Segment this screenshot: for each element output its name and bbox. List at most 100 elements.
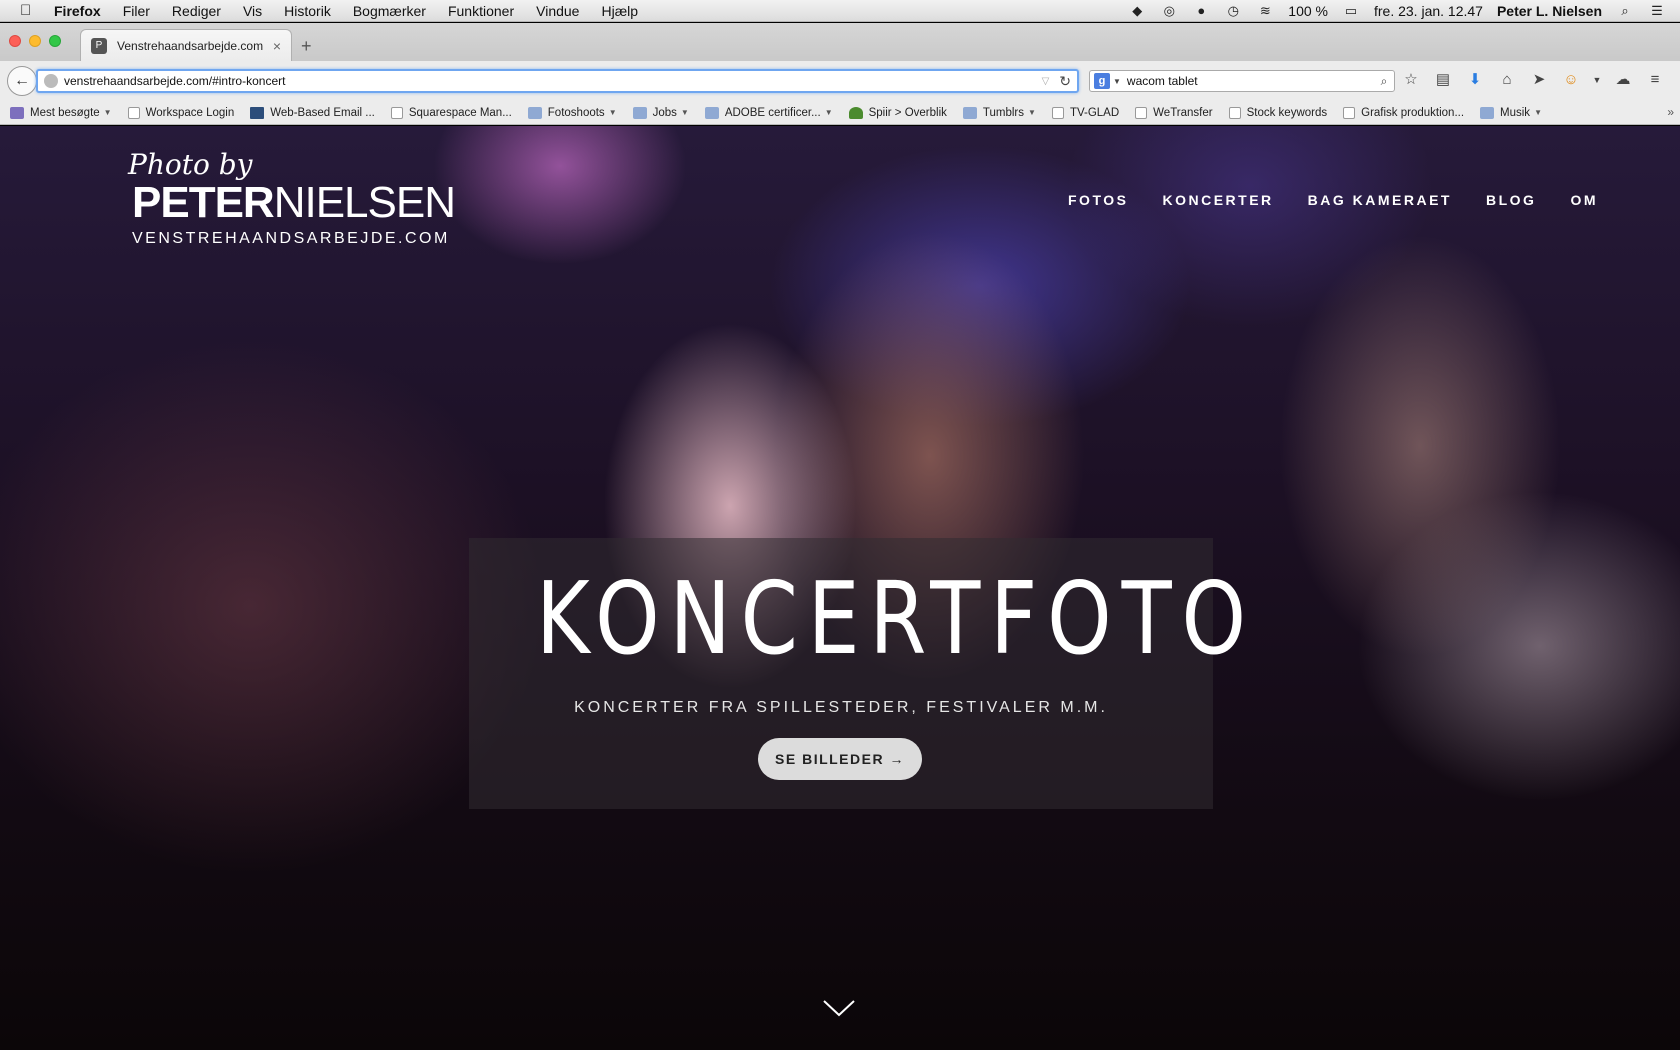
menu-bogmaerker[interactable]: Bogmærker bbox=[353, 3, 426, 19]
page-icon bbox=[1135, 106, 1148, 119]
mail-icon bbox=[250, 106, 265, 119]
apple-icon[interactable]:  bbox=[20, 2, 38, 19]
status-area: ◆ ◎ ● ◷ ≋ 100 % ▭ fre. 23. jan. 12.47 Pe… bbox=[1128, 3, 1666, 19]
wifi-icon[interactable]: ≋ bbox=[1256, 3, 1274, 19]
nav-bag-kameraet[interactable]: BAG KAMERAET bbox=[1308, 192, 1452, 208]
site-logo[interactable]: Photo by PETERNIELSEN VENSTREHAANDSARBEJ… bbox=[88, 148, 478, 247]
bookmark-label: Web-Based Email ... bbox=[270, 106, 375, 119]
bookmark-label: Mest besøgte bbox=[30, 106, 100, 119]
back-button[interactable]: ← bbox=[7, 66, 37, 96]
bookmark-item[interactable]: Spiir > Overblik bbox=[848, 106, 947, 119]
bookmark-item[interactable]: Fotoshoots ▼ bbox=[527, 106, 617, 119]
addon-dropdown-icon[interactable]: ▼ bbox=[1592, 69, 1602, 91]
nav-om[interactable]: OM bbox=[1570, 192, 1598, 208]
downloads-icon[interactable]: ⬇ bbox=[1464, 69, 1486, 91]
page-icon bbox=[1343, 106, 1356, 119]
bookmarks-overflow-icon[interactable]: » bbox=[1667, 105, 1674, 119]
search-icon[interactable]: ⌕ bbox=[1374, 74, 1394, 89]
window-close-button[interactable] bbox=[9, 35, 21, 47]
url-history-dropdown-icon[interactable]: ▽ bbox=[1042, 76, 1050, 87]
special-icon bbox=[10, 106, 24, 119]
bookmark-label: WeTransfer bbox=[1153, 106, 1213, 119]
hero-caption-box: KONCERTFOTO KONCERTER FRA SPILLESTEDER, … bbox=[469, 538, 1246, 809]
tab-close-icon[interactable]: × bbox=[273, 38, 281, 54]
nav-fotos[interactable]: FOTOS bbox=[1068, 192, 1128, 208]
battery-percent[interactable]: 100 % bbox=[1288, 3, 1328, 19]
new-tab-button[interactable]: + bbox=[301, 36, 312, 57]
bookmark-star-icon[interactable]: ☆ bbox=[1400, 69, 1422, 91]
bookmark-item[interactable]: WeTransfer bbox=[1135, 106, 1213, 119]
menu-app-name[interactable]: Firefox bbox=[54, 3, 101, 19]
home-icon[interactable]: ⌂ bbox=[1496, 69, 1518, 91]
bookmark-item[interactable]: TV-GLAD bbox=[1051, 106, 1120, 119]
url-bar[interactable]: venstrehaandsarbejde.com/#intro-koncert … bbox=[36, 69, 1079, 93]
folder-icon bbox=[632, 106, 647, 119]
menu-hjaelp[interactable]: Hjælp bbox=[601, 3, 638, 19]
menu-vindue[interactable]: Vindue bbox=[536, 3, 579, 19]
page-icon bbox=[1051, 106, 1064, 119]
bookmark-item[interactable]: Squarespace Man... bbox=[390, 106, 512, 119]
chevron-down-icon[interactable] bbox=[822, 998, 856, 1018]
bookmark-item[interactable]: Web-Based Email ... bbox=[250, 106, 375, 119]
notification-center-icon[interactable]: ☰ bbox=[1648, 3, 1666, 19]
google-engine-icon[interactable]: g bbox=[1094, 73, 1110, 89]
user-name[interactable]: Peter L. Nielsen bbox=[1497, 3, 1602, 19]
addon-icon[interactable]: ☺ bbox=[1560, 69, 1582, 91]
logo-name-bold: PETER bbox=[132, 178, 275, 227]
engine-dropdown-icon[interactable]: ▼ bbox=[1113, 77, 1121, 86]
url-text[interactable]: venstrehaandsarbejde.com/#intro-koncert bbox=[64, 74, 1042, 88]
dropdown-arrow-icon: ▼ bbox=[1028, 108, 1036, 117]
window-minimize-button[interactable] bbox=[29, 35, 41, 47]
dropdown-arrow-icon: ▼ bbox=[1534, 108, 1542, 117]
bookmark-item[interactable]: Stock keywords bbox=[1228, 106, 1327, 119]
nav-blog[interactable]: BLOG bbox=[1486, 192, 1536, 208]
window-zoom-button[interactable] bbox=[49, 35, 61, 47]
page-icon bbox=[390, 106, 403, 119]
logo-script: Photo by bbox=[128, 148, 253, 181]
chat-icon[interactable]: ☁ bbox=[1612, 69, 1634, 91]
menu-filer[interactable]: Filer bbox=[123, 3, 150, 19]
search-input[interactable]: wacom tablet bbox=[1127, 74, 1374, 88]
tab-strip: P Venstrehaandsarbejde.com × + bbox=[0, 23, 1680, 61]
clock[interactable]: fre. 23. jan. 12.47 bbox=[1374, 3, 1483, 19]
time-machine-icon[interactable]: ◷ bbox=[1224, 3, 1242, 19]
logo-name-light: NIELSEN bbox=[273, 178, 456, 227]
folder-icon bbox=[962, 106, 977, 119]
dropdown-arrow-icon: ▼ bbox=[103, 108, 112, 117]
bookmark-item[interactable]: Tumblrs ▼ bbox=[962, 106, 1036, 119]
menu-funktioner[interactable]: Funktioner bbox=[448, 3, 514, 19]
reload-icon[interactable]: ↻ bbox=[1059, 73, 1071, 90]
bookmark-item[interactable]: Musik ▼ bbox=[1480, 106, 1542, 119]
tab-title: Venstrehaandsarbejde.com bbox=[117, 38, 264, 53]
app-icon[interactable]: ● bbox=[1192, 3, 1210, 19]
menu-rediger[interactable]: Rediger bbox=[172, 3, 221, 19]
creative-cloud-icon[interactable]: ◎ bbox=[1160, 3, 1178, 19]
battery-icon[interactable]: ▭ bbox=[1342, 3, 1360, 19]
search-bar[interactable]: g ▼ wacom tablet ⌕ bbox=[1089, 70, 1395, 92]
dropbox-icon[interactable]: ◆ bbox=[1128, 3, 1146, 19]
leaf-icon bbox=[848, 106, 863, 119]
dropdown-arrow-icon: ▼ bbox=[608, 108, 617, 117]
site-identity-icon[interactable] bbox=[44, 74, 58, 88]
menu-vis[interactable]: Vis bbox=[243, 3, 262, 19]
page-icon bbox=[1228, 106, 1241, 119]
bookmark-item[interactable]: Mest besøgte ▼ bbox=[10, 106, 112, 119]
send-icon[interactable]: ➤ bbox=[1528, 69, 1550, 91]
navigation-toolbar: ← venstrehaandsarbejde.com/#intro-koncer… bbox=[0, 61, 1680, 101]
bookmark-item[interactable]: Jobs ▼ bbox=[632, 106, 689, 119]
menu-historik[interactable]: Historik bbox=[284, 3, 331, 19]
bookmark-label: TV-GLAD bbox=[1069, 106, 1120, 119]
dropdown-arrow-icon: ▼ bbox=[824, 108, 833, 117]
bookmark-item[interactable]: ADOBE certificer... ▼ bbox=[704, 106, 833, 119]
see-pictures-button[interactable]: SE BILLEDER → bbox=[758, 738, 922, 780]
tab-active[interactable]: P Venstrehaandsarbejde.com × bbox=[80, 29, 292, 61]
bookmark-label: Tumblrs bbox=[982, 106, 1025, 119]
bookmark-item[interactable]: Grafisk produktion... bbox=[1343, 106, 1464, 119]
bookmark-item[interactable]: Workspace Login bbox=[127, 106, 234, 119]
reading-list-icon[interactable]: ▤ bbox=[1432, 69, 1454, 91]
nav-koncerter[interactable]: KONCERTER bbox=[1162, 192, 1273, 208]
dropdown-arrow-icon: ▼ bbox=[680, 108, 689, 117]
hamburger-menu-icon[interactable]: ≡ bbox=[1644, 69, 1666, 91]
bookmark-label: Musik bbox=[1500, 106, 1531, 119]
spotlight-icon[interactable]: ⌕ bbox=[1616, 3, 1634, 19]
